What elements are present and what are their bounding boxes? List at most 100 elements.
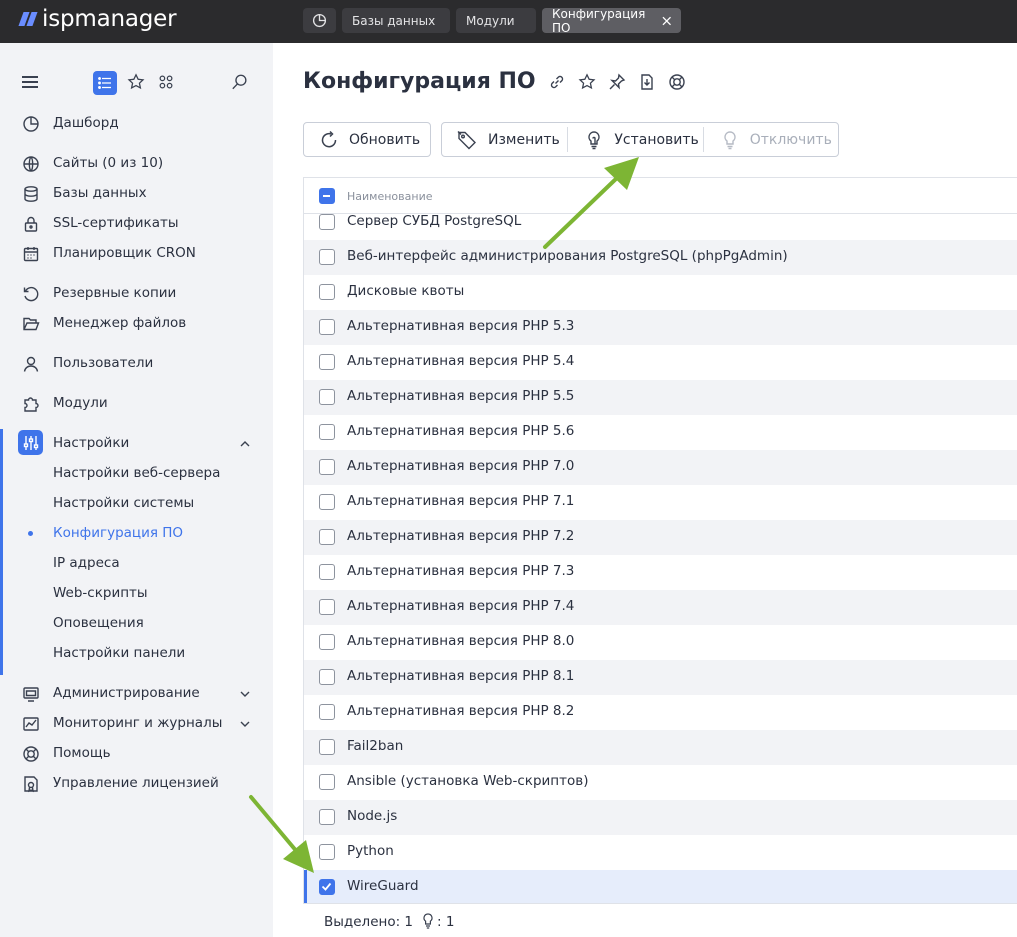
sidebar-item-files[interactable]: Менеджер файлов [0, 308, 273, 338]
tab-modules[interactable]: Модули [456, 8, 536, 33]
sidebar-item-label: Дашборд [53, 115, 119, 131]
list-view-icon[interactable] [93, 71, 117, 95]
row-name: Альтернативная версия PHP 8.1 [347, 668, 575, 684]
action-button-group: Изменить Установить Отключить [441, 122, 839, 157]
sidebar-subitem-web-scripts[interactable]: Web-скрипты [0, 578, 273, 608]
row-checkbox[interactable] [319, 389, 335, 405]
sidebar-subitem-panel-settings[interactable]: Настройки панели [0, 638, 273, 668]
folder-icon [23, 317, 40, 331]
sidebar-item-dashboard[interactable]: Дашборд [0, 108, 273, 138]
row-checkbox[interactable] [319, 319, 335, 335]
sidebar-item-users[interactable]: Пользователи [0, 348, 273, 378]
row-checkbox[interactable] [319, 284, 335, 300]
logo[interactable]: ispmanager [18, 6, 177, 32]
table-row[interactable]: Альтернативная версия PHP 7.0 [304, 450, 1017, 485]
row-checkbox[interactable] [319, 459, 335, 475]
sidebar-item-cron[interactable]: Планировщик CRON [0, 238, 273, 268]
column-header-name[interactable]: Наименование [347, 190, 432, 203]
table-row[interactable]: Альтернативная версия PHP 7.3 [304, 555, 1017, 590]
search-icon[interactable] [231, 73, 249, 91]
sidebar-subitem-ip-addresses[interactable]: IP адреса [0, 548, 273, 578]
row-name: Альтернативная версия PHP 5.4 [347, 353, 575, 369]
star-icon[interactable] [578, 73, 596, 91]
row-checkbox[interactable] [319, 249, 335, 265]
export-icon[interactable] [638, 73, 656, 91]
menu-icon[interactable] [22, 76, 38, 88]
table-row[interactable]: Альтернативная версия PHP 5.3 [304, 310, 1017, 345]
tab-databases[interactable]: Базы данных [342, 8, 450, 33]
help-icon[interactable] [668, 73, 686, 91]
table-row[interactable]: Веб-интерфейс администрирования PostgreS… [304, 240, 1017, 275]
chevron-up-icon[interactable] [238, 437, 252, 451]
table-row[interactable]: WireGuard [304, 870, 1017, 903]
row-name: Альтернативная версия PHP 5.6 [347, 423, 575, 439]
table-row[interactable]: Fail2ban [304, 730, 1017, 765]
row-checkbox[interactable] [319, 599, 335, 615]
tab-dashboard[interactable] [303, 8, 336, 33]
tab-software-config[interactable]: Конфигурация ПО [542, 6, 681, 35]
row-checkbox[interactable] [319, 774, 335, 790]
row-checkbox[interactable] [319, 809, 335, 825]
table-row[interactable]: Альтернативная версия PHP 8.1 [304, 660, 1017, 695]
sidebar-item-modules[interactable]: Модули [0, 388, 273, 418]
table-row[interactable]: Альтернативная версия PHP 7.1 [304, 485, 1017, 520]
edit-button[interactable]: Изменить [442, 123, 567, 156]
sidebar-subitem-software-config[interactable]: Конфигурация ПО [0, 518, 273, 548]
table-row[interactable]: Альтернативная версия PHP 7.4 [304, 590, 1017, 625]
table-row[interactable]: Альтернативная версия PHP 8.0 [304, 625, 1017, 660]
sidebar-item-label: Пользователи [53, 355, 154, 371]
table-row[interactable]: Альтернативная версия PHP 8.2 [304, 695, 1017, 730]
row-checkbox[interactable] [319, 424, 335, 440]
table-row[interactable]: Альтернативная версия PHP 7.2 [304, 520, 1017, 555]
pin-icon[interactable] [608, 73, 626, 91]
sidebar-item-sites[interactable]: Сайты (0 из 10) [0, 148, 273, 178]
disable-button[interactable]: Отключить [704, 123, 838, 156]
sidebar-item-ssl[interactable]: SSL-сертификаты [0, 208, 273, 238]
table-row[interactable]: Альтернативная версия PHP 5.6 [304, 415, 1017, 450]
row-name: Сервер СУБД PostgreSQL [347, 213, 522, 229]
table-row[interactable]: Альтернативная версия PHP 5.4 [304, 345, 1017, 380]
table-row[interactable]: Сервер СУБД PostgreSQL [304, 205, 1017, 240]
software-table: Наименование Сервер СУБД PostgreSQL Веб-и… [303, 177, 1017, 904]
row-checkbox[interactable] [319, 214, 335, 230]
sidebar-subitem-system-settings[interactable]: Настройки системы [0, 488, 273, 518]
row-checkbox[interactable] [319, 739, 335, 755]
link-icon[interactable] [548, 73, 566, 91]
sidebar-item-backups[interactable]: Резервные копии [0, 278, 273, 308]
table-row[interactable]: Ansible (установка Web-скриптов) [304, 765, 1017, 800]
refresh-button[interactable]: Обновить [303, 122, 431, 157]
chevron-down-icon[interactable] [238, 687, 252, 701]
sidebar-subitem-webserver-settings[interactable]: Настройки веб-сервера [0, 458, 273, 488]
sidebar-item-monitoring[interactable]: Мониторинг и журналы [0, 708, 273, 738]
chevron-down-icon[interactable] [238, 717, 252, 731]
row-checkbox[interactable] [319, 879, 335, 895]
sidebar-item-help[interactable]: Помощь [0, 738, 273, 768]
row-checkbox[interactable] [319, 634, 335, 650]
group-icon[interactable] [157, 73, 175, 91]
sidebar-subitem-label: Конфигурация ПО [53, 525, 184, 541]
sidebar-item-databases[interactable]: Базы данных [0, 178, 273, 208]
table-row[interactable]: Дисковые квоты [304, 275, 1017, 310]
row-checkbox[interactable] [319, 704, 335, 720]
install-button[interactable]: Установить [568, 123, 702, 156]
row-checkbox[interactable] [319, 669, 335, 685]
table-row[interactable]: Альтернативная версия PHP 5.5 [304, 380, 1017, 415]
row-checkbox[interactable] [319, 494, 335, 510]
table-row[interactable]: Python [304, 835, 1017, 870]
dashboard-icon [312, 13, 327, 28]
table-row[interactable]: Node.js [304, 800, 1017, 835]
sidebar-item-license[interactable]: Управление лицензией [0, 768, 273, 798]
database-icon [24, 186, 38, 202]
close-icon[interactable] [662, 16, 671, 26]
row-checkbox[interactable] [319, 564, 335, 580]
sidebar-subitem-notifications[interactable]: Оповещения [0, 608, 273, 638]
active-dot [28, 531, 33, 536]
tab-label: Конфигурация ПО [552, 6, 646, 35]
row-checkbox[interactable] [319, 354, 335, 370]
select-all-checkbox[interactable] [319, 188, 335, 204]
star-icon[interactable] [127, 73, 145, 91]
sidebar-item-label: Базы данных [53, 185, 147, 201]
sidebar-item-administration[interactable]: Администрирование [0, 678, 273, 708]
row-checkbox[interactable] [319, 844, 335, 860]
row-checkbox[interactable] [319, 529, 335, 545]
